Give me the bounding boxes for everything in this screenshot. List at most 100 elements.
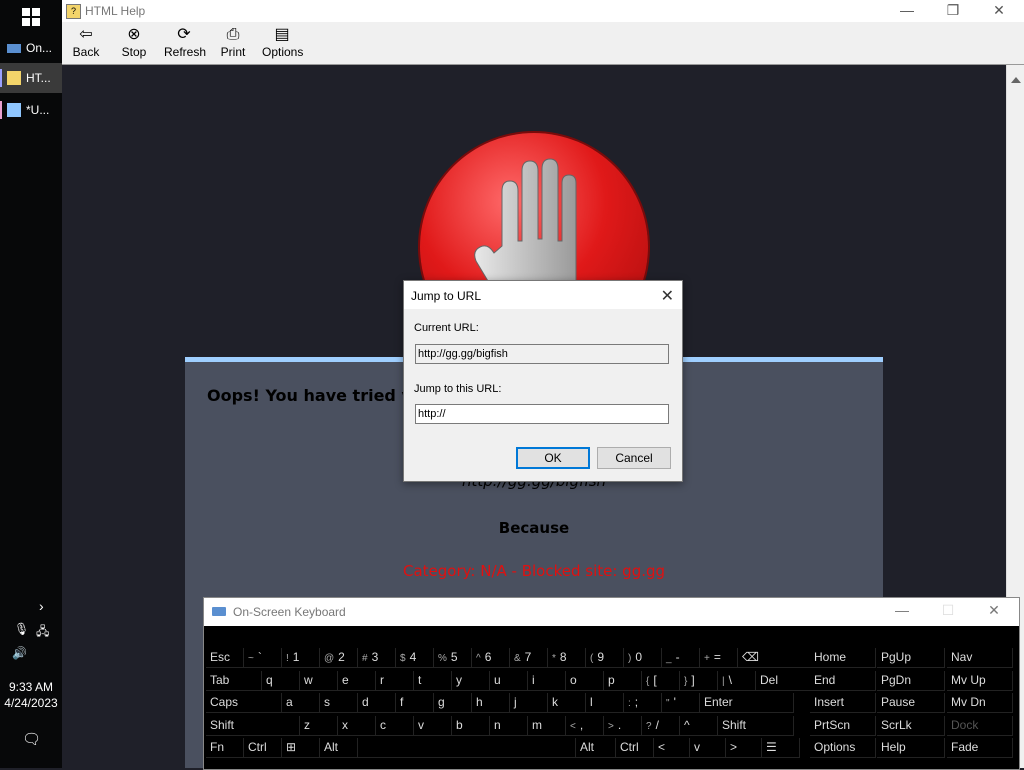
osk-nav-key[interactable]: PrtScn: [810, 715, 876, 736]
osk-key[interactable]: >: [726, 738, 762, 758]
osk-nav-key[interactable]: Home: [810, 648, 876, 668]
minimize-icon[interactable]: —: [892, 2, 922, 18]
osk-nav-key[interactable]: Mv Dn: [947, 693, 1013, 713]
osk-nav-key[interactable]: Pause: [877, 693, 945, 713]
osk-key[interactable]: Alt: [320, 738, 358, 758]
osk-key[interactable]: _ -: [662, 648, 700, 668]
osk-key[interactable]: n: [490, 715, 528, 736]
osk-key[interactable]: | \: [718, 670, 756, 691]
osk-key[interactable]: <: [654, 738, 690, 758]
osk-key[interactable]: {[: [642, 670, 680, 691]
osk-key[interactable]: #3: [358, 648, 396, 668]
osk-key[interactable]: ) 0: [624, 648, 662, 668]
taskbar-item-notepad[interactable]: *U...: [0, 95, 62, 125]
clock[interactable]: 9:33 AM 4/24/2023: [0, 679, 62, 711]
osk-key[interactable]: t: [414, 670, 452, 691]
osk-key[interactable]: k: [548, 693, 586, 713]
microphone-icon[interactable]: 🎙: [14, 622, 29, 636]
osk-key[interactable]: h: [472, 693, 510, 713]
osk-key[interactable]: p: [604, 670, 642, 691]
volume-icon[interactable]: 🔊: [12, 646, 27, 660]
osk-key[interactable]: }]: [680, 670, 718, 691]
osk-key[interactable]: a: [282, 693, 320, 713]
osk-key[interactable]: + =: [700, 648, 738, 668]
taskbar-item-osk[interactable]: On...: [0, 33, 62, 63]
osk-key[interactable]: v: [690, 738, 726, 758]
osk-key[interactable]: :;: [624, 693, 662, 713]
osk-key[interactable]: <,: [566, 715, 604, 736]
minimize-icon[interactable]: —: [887, 602, 917, 618]
osk-key[interactable]: i: [528, 670, 566, 691]
osk-key[interactable]: Ctrl: [244, 738, 282, 758]
osk-key[interactable]: (9: [586, 648, 624, 668]
osk-key[interactable]: $4: [396, 648, 434, 668]
osk-nav-key[interactable]: Help: [877, 738, 945, 758]
cancel-button[interactable]: Cancel: [597, 447, 671, 469]
osk-key[interactable]: Shift: [206, 715, 300, 736]
osk-key[interactable]: o: [566, 670, 604, 691]
osk-key[interactable]: j: [510, 693, 548, 713]
osk-key[interactable]: ⊞: [282, 738, 320, 758]
osk-nav-key[interactable]: PgDn: [877, 670, 945, 691]
notification-icon[interactable]: 🗨: [22, 730, 41, 748]
osk-nav-key[interactable]: PgUp: [877, 648, 945, 668]
print-button[interactable]: ⎙ Print: [220, 25, 246, 59]
osk-key[interactable]: b: [452, 715, 490, 736]
osk-nav-key[interactable]: Fade: [947, 738, 1013, 758]
osk-key[interactable]: Del: [756, 670, 814, 691]
back-button[interactable]: ⇦ Back: [72, 25, 100, 59]
osk-nav-key[interactable]: Options: [810, 738, 876, 758]
osk-key[interactable]: v: [414, 715, 452, 736]
osk-key[interactable]: @2: [320, 648, 358, 668]
osk-key[interactable]: Enter: [700, 693, 794, 713]
osk-key[interactable]: ⌫: [738, 648, 814, 668]
osk-key[interactable]: Tab: [206, 670, 262, 691]
osk-key[interactable]: & 7: [510, 648, 548, 668]
osk-key[interactable]: Ctrl: [616, 738, 654, 758]
osk-key[interactable]: c: [376, 715, 414, 736]
osk-key[interactable]: f: [396, 693, 434, 713]
close-icon[interactable]: ✕: [984, 2, 1014, 19]
osk-key[interactable]: q: [262, 670, 300, 691]
taskbar-item-html-help[interactable]: HT...: [0, 63, 62, 93]
current-url-field[interactable]: [415, 344, 669, 364]
osk-nav-key[interactable]: Nav: [947, 648, 1013, 668]
osk-key[interactable]: z: [300, 715, 338, 736]
close-icon[interactable]: ✕: [661, 286, 674, 306]
osk-key[interactable]: x: [338, 715, 376, 736]
osk-key[interactable]: ? /: [642, 715, 680, 736]
options-button[interactable]: ▤ Options: [262, 25, 303, 59]
maximize-icon[interactable]: ❐: [938, 2, 968, 19]
scroll-up-icon[interactable]: [1011, 77, 1021, 83]
chevron-right-icon[interactable]: ›: [39, 598, 44, 614]
windows-start-icon[interactable]: [22, 8, 40, 26]
osk-key[interactable]: Esc: [206, 648, 244, 668]
osk-nav-key[interactable]: End: [810, 670, 876, 691]
osk-key[interactable]: y: [452, 670, 490, 691]
refresh-button[interactable]: ⟳ Refresh: [164, 25, 206, 59]
close-icon[interactable]: ✕: [979, 602, 1009, 619]
network-icon[interactable]: 🖧: [36, 622, 49, 643]
osk-nav-key[interactable]: Mv Up: [947, 670, 1013, 691]
osk-key[interactable]: l: [586, 693, 624, 713]
osk-key[interactable]: Fn: [206, 738, 244, 758]
jump-url-input[interactable]: [415, 404, 669, 424]
stop-button[interactable]: ⊗ Stop: [120, 25, 148, 59]
osk-key[interactable]: ! 1: [282, 648, 320, 668]
osk-key[interactable]: r: [376, 670, 414, 691]
osk-key[interactable]: s: [320, 693, 358, 713]
osk-key[interactable]: ~ `: [244, 648, 282, 668]
osk-key[interactable]: " ': [662, 693, 700, 713]
ok-button[interactable]: OK: [516, 447, 590, 469]
osk-key[interactable]: Alt: [576, 738, 616, 758]
osk-key[interactable]: >.: [604, 715, 642, 736]
osk-key[interactable]: ^ 6: [472, 648, 510, 668]
osk-key[interactable]: u: [490, 670, 528, 691]
osk-key[interactable]: m: [528, 715, 566, 736]
osk-key[interactable]: d: [358, 693, 396, 713]
osk-key[interactable]: g: [434, 693, 472, 713]
osk-key[interactable]: ☰: [762, 738, 800, 758]
osk-key[interactable]: [358, 738, 576, 758]
osk-key[interactable]: % 5: [434, 648, 472, 668]
osk-key[interactable]: ^: [680, 715, 718, 736]
